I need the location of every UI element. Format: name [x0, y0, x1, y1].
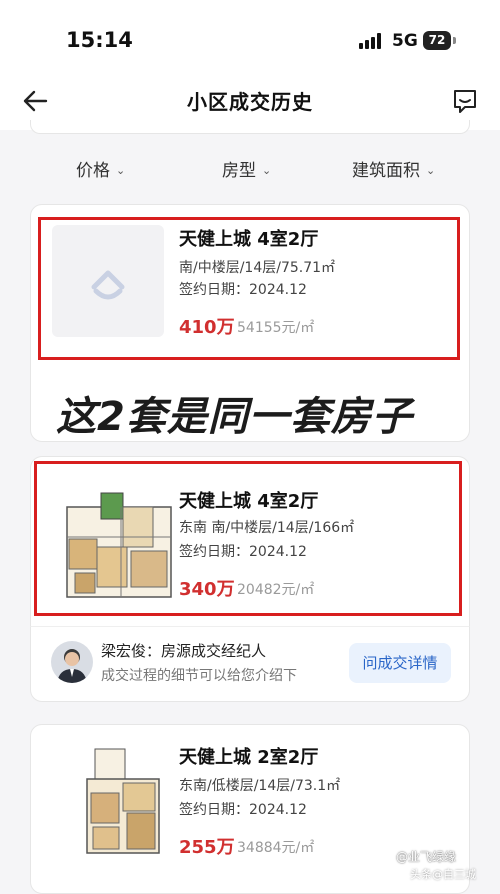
filter-price-label: 价格: [76, 161, 110, 181]
filter-area-label: 建筑面积: [352, 161, 420, 181]
ask-deal-details-button[interactable]: 问成交详情: [349, 643, 451, 683]
battery-icon: 72: [423, 31, 451, 50]
previous-card-edge: [30, 120, 470, 134]
watermark: @业飞绿缘: [396, 850, 457, 864]
filter-layout[interactable]: 房型 ⌄: [222, 156, 271, 181]
highlight-box: [38, 217, 460, 360]
agent-name: 梁宏俊：房源成交经纪人: [101, 642, 267, 660]
filter-layout-label: 房型: [222, 161, 256, 181]
status-time: 15:14: [66, 28, 133, 52]
battery-tip: [453, 37, 456, 44]
chevron-down-icon: ⌄: [426, 164, 436, 177]
agent-row: 梁宏俊：房源成交经纪人 成交过程的细节可以给您介绍下 问成交详情: [30, 626, 470, 702]
status-bar: 15:14 5G 72: [0, 0, 500, 80]
signal-icon: [359, 33, 383, 49]
listing-price: 255万: [179, 837, 235, 858]
chevron-down-icon: ⌄: [262, 164, 272, 177]
listing-date: 签约日期：2024.12: [179, 802, 307, 818]
filter-area[interactable]: 建筑面积 ⌄: [352, 156, 435, 181]
annotation-text: 这2套是同一套房子: [56, 394, 413, 440]
chevron-down-icon: ⌄: [116, 164, 126, 177]
listing-unit-price: 34884元/㎡: [237, 840, 315, 856]
floor-plan-image: [61, 743, 179, 861]
avatar: [51, 641, 93, 683]
page-title: 小区成交历史: [187, 90, 313, 114]
highlight-box: [34, 461, 462, 616]
agent-description: 成交过程的细节可以给您介绍下: [101, 668, 297, 684]
chat-icon[interactable]: [450, 86, 480, 116]
listing-info: 东南/低楼层/14层/73.1㎡: [179, 778, 341, 794]
network-label: 5G: [392, 31, 418, 51]
listing-card-3[interactable]: 天健上城 2室2厅 东南/低楼层/14层/73.1㎡ 签约日期：2024.12 …: [30, 724, 470, 894]
filter-price[interactable]: 价格 ⌄: [76, 156, 125, 181]
watermark: 头条@自三城: [410, 868, 476, 881]
filter-bar: 价格 ⌄ 房型 ⌄ 建筑面积 ⌄: [0, 148, 500, 192]
listing-title: 天健上城 2室2厅: [179, 747, 319, 768]
